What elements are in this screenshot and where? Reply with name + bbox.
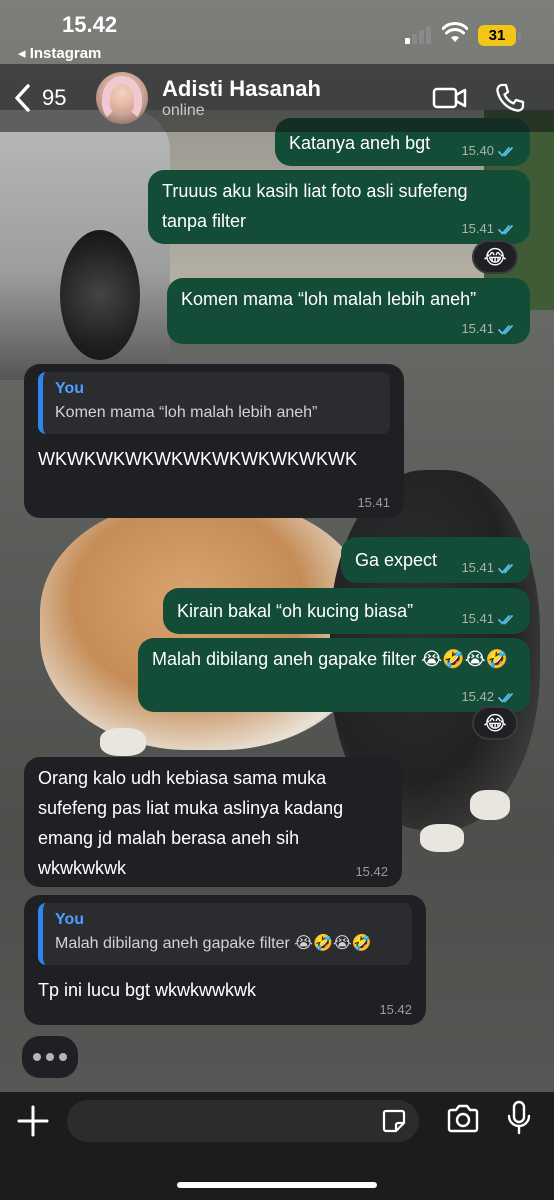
message-meta: 15.42 — [461, 690, 516, 704]
message-bubble-outgoing[interactable]: Komen mama “loh malah lebih aneh” 15.41 — [167, 278, 530, 344]
plus-icon[interactable] — [16, 1104, 50, 1138]
message-text: Tp ini lucu bgt wkwkwwkwk — [38, 980, 257, 1000]
reaction-badge[interactable]: 😂 — [472, 240, 518, 274]
back-to-app-link[interactable]: ◂ Instagram — [18, 44, 101, 62]
message-meta: 15.41 — [461, 222, 516, 236]
message-input[interactable] — [83, 1100, 373, 1142]
message-bubble-incoming[interactable]: Orang kalo udh kebiasa sama muka sufefen… — [24, 757, 402, 887]
message-bubble-outgoing[interactable]: Malah dibilang aneh gapake filter 😭🤣😭🤣 1… — [138, 638, 530, 712]
avatar[interactable] — [96, 72, 148, 124]
camera-icon[interactable] — [446, 1104, 480, 1134]
home-indicator — [177, 1182, 377, 1188]
message-time: 15.41 — [461, 611, 494, 626]
message-meta: 15.42 — [379, 1003, 412, 1017]
phone-call-icon[interactable] — [494, 82, 526, 114]
cellular-signal-icon — [405, 26, 433, 44]
quote-author: You — [55, 380, 85, 397]
message-time: 15.41 — [461, 221, 494, 236]
message-time: 15.42 — [461, 689, 494, 704]
message-bubble-incoming[interactable]: You Malah dibilang aneh gapake filter 😭🤣… — [24, 895, 426, 1025]
unread-count: 95 — [42, 85, 67, 110]
message-text: Orang kalo udh kebiasa sama muka sufefen… — [38, 768, 344, 878]
message-composer — [0, 1092, 554, 1200]
contact-name[interactable]: Adisti Hasanah — [162, 76, 321, 102]
chat-header: 95 Adisti Hasanah online — [0, 64, 554, 132]
message-time: 15.41 — [357, 495, 390, 510]
wifi-icon — [442, 22, 468, 42]
quote-author: You — [55, 911, 85, 928]
status-bar: 15.42 ◂ Instagram 31 — [0, 0, 554, 64]
message-bubble-outgoing[interactable]: Truuus aku kasih liat foto asli sufefeng… — [148, 170, 530, 244]
reaction-badge[interactable]: 😂 — [472, 706, 518, 740]
quote-text: Komen mama “loh malah lebih aneh” — [55, 404, 318, 421]
message-bubble-outgoing[interactable]: Ga expect 15.41 — [341, 537, 530, 583]
double-check-icon — [498, 224, 513, 235]
microphone-icon[interactable] — [506, 1100, 532, 1136]
back-button[interactable]: 95 — [12, 80, 102, 116]
message-meta: 15.41 — [357, 496, 390, 510]
back-chevron-icon — [15, 84, 30, 112]
presence-status: online — [162, 102, 205, 119]
double-check-icon — [498, 614, 513, 625]
message-text: WKWKWKWKWKWKWKWKWKWKWK — [38, 449, 357, 469]
message-time: 15.42 — [379, 1002, 412, 1017]
double-check-icon — [498, 692, 513, 703]
message-time: 15.42 — [355, 864, 388, 879]
message-text: Komen mama “loh malah lebih aneh” — [181, 289, 477, 309]
quote-text: Malah dibilang aneh gapake filter 😭🤣😭🤣 — [55, 935, 372, 952]
message-time: 15.41 — [461, 321, 494, 336]
message-bubble-outgoing[interactable]: Kirain bakal “oh kucing biasa” 15.41 — [163, 588, 530, 634]
quoted-reply[interactable]: You Komen mama “loh malah lebih aneh” — [38, 372, 390, 434]
message-meta: 15.41 — [461, 612, 516, 626]
message-time: 15.41 — [461, 560, 494, 575]
quoted-reply[interactable]: You Malah dibilang aneh gapake filter 😭🤣… — [38, 903, 412, 965]
clock: 15.42 — [62, 12, 118, 37]
video-call-icon[interactable] — [432, 84, 468, 112]
message-meta: 15.41 — [461, 561, 516, 575]
battery-indicator: 31 — [478, 25, 521, 46]
double-check-icon — [498, 146, 513, 157]
message-meta: 15.42 — [355, 865, 388, 879]
message-input-field[interactable] — [67, 1100, 419, 1142]
message-time: 15.40 — [461, 143, 494, 158]
sticker-icon[interactable] — [381, 1108, 407, 1134]
message-bubble-incoming[interactable]: You Komen mama “loh malah lebih aneh” WK… — [24, 364, 404, 518]
double-check-icon — [498, 324, 513, 335]
message-meta: 15.41 — [461, 322, 516, 336]
message-meta: 15.40 — [461, 144, 516, 158]
message-text: Malah dibilang aneh gapake filter 😭🤣😭🤣 — [152, 649, 509, 669]
typing-indicator — [22, 1036, 78, 1078]
double-check-icon — [498, 563, 513, 574]
